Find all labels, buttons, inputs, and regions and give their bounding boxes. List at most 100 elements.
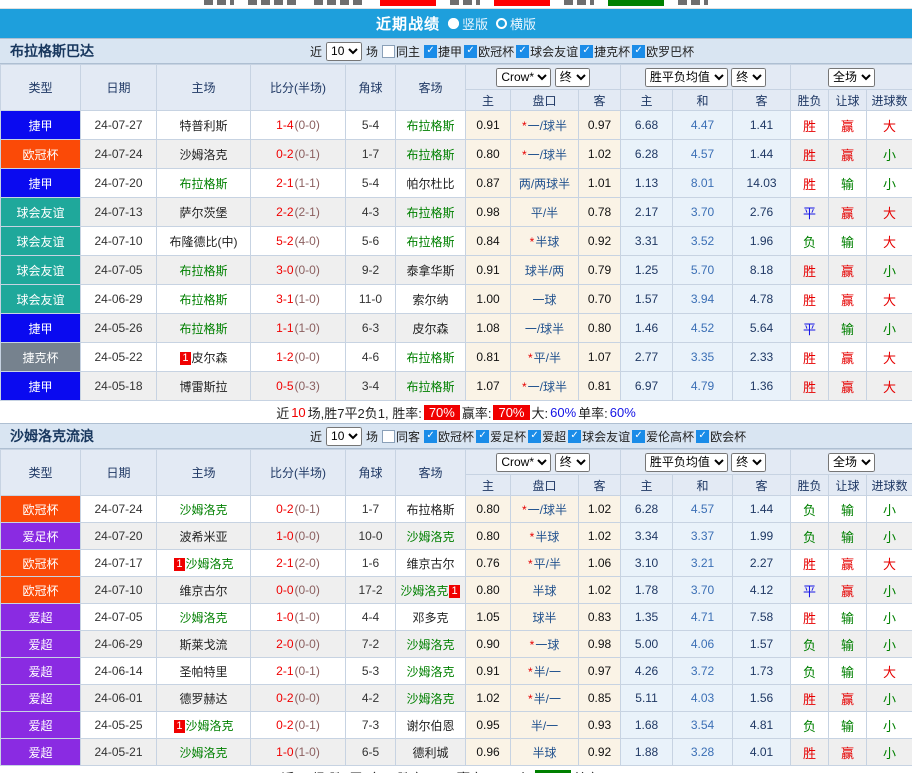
europe-odds-select[interactable]: 胜平负均值	[645, 453, 728, 472]
result-goals: 小	[867, 169, 912, 198]
competition-checkbox[interactable]: ✓球会友谊	[568, 428, 630, 445]
match-date: 24-06-29	[81, 631, 157, 658]
same-venue-checkbox[interactable]: 同主	[382, 43, 420, 60]
eu-home-odds: 6.28	[621, 496, 673, 523]
ah-away-odds: 0.83	[579, 604, 621, 631]
eu-home-odds: 1.78	[621, 577, 673, 604]
corner-score: 4-4	[346, 604, 396, 631]
away-team-cell: 帕尔杜比	[396, 169, 466, 198]
match-date: 24-07-20	[81, 523, 157, 550]
competition-badge: 爱超	[1, 685, 81, 712]
sub-header-eu-draw: 和	[673, 475, 733, 496]
view-option-horizontal[interactable]: 横版	[496, 14, 536, 33]
result-goals: 小	[867, 631, 912, 658]
away-team-name: 沙姆洛克	[400, 584, 448, 598]
result-wdl: 胜	[791, 343, 829, 372]
scope-select[interactable]: 全场	[828, 453, 875, 472]
checkbox-icon[interactable]: ✓	[424, 45, 437, 58]
competition-badge: 欧冠杯	[1, 577, 81, 604]
checkbox-icon[interactable]: ✓	[568, 430, 581, 443]
ah-home-odds: 1.07	[466, 372, 511, 401]
competition-checkbox[interactable]: ✓欧会杯	[696, 428, 746, 445]
competition-label: 爱超	[542, 428, 566, 445]
handicap-text: 平/半	[534, 557, 561, 571]
checkbox-icon[interactable]: ✓	[696, 430, 709, 443]
match-date: 24-07-24	[81, 140, 157, 169]
bookmaker-select[interactable]: Crow*	[496, 453, 551, 472]
result-handicap: 输	[829, 631, 867, 658]
home-team-cell: 沙姆洛克	[157, 739, 251, 766]
match-row: 捷甲24-07-27特普利斯1-4(0-0)5-4布拉格斯0.91*一/球半0.…	[1, 111, 912, 140]
checkbox-icon[interactable]: ✓	[632, 45, 645, 58]
same-venue-checkbox[interactable]: 同客	[382, 428, 420, 445]
checkbox-icon[interactable]: ✓	[516, 45, 529, 58]
games-count-select[interactable]: 10	[326, 42, 362, 61]
col-header-score: 比分(半场)	[251, 65, 346, 111]
match-row: 捷甲24-05-26布拉格斯1-1(1-0)6-3皮尔森1.08一/球半0.80…	[1, 314, 912, 343]
ah-final-select[interactable]: 终	[555, 68, 590, 87]
ah-handicap-line: 半球	[511, 739, 579, 766]
sub-header-result: 胜负	[791, 475, 829, 496]
competition-checkbox[interactable]: ✓捷甲	[424, 43, 462, 60]
eu-away-odds: 1.99	[733, 523, 791, 550]
fulltime-score: 5-2	[276, 234, 293, 248]
competition-checkbox[interactable]: ✓球会友谊	[516, 43, 578, 60]
competition-checkbox[interactable]: ✓欧冠杯	[424, 428, 474, 445]
eu-away-odds: 1.44	[733, 140, 791, 169]
competition-checkbox[interactable]: ✓爱伦高杯	[632, 428, 694, 445]
ah-away-odds: 0.92	[579, 227, 621, 256]
handicap-text: 球半/两	[525, 264, 564, 278]
competition-checkbox[interactable]: ✓爱超	[528, 428, 566, 445]
match-date: 24-07-17	[81, 550, 157, 577]
legend-red-swatch	[494, 0, 550, 6]
result-wdl: 平	[791, 577, 829, 604]
competition-checkbox[interactable]: ✓爱足杯	[476, 428, 526, 445]
bookmaker-select[interactable]: Crow*	[496, 68, 551, 87]
top-legend-strip	[0, 0, 912, 9]
match-row: 爱足杯24-07-20波希米亚1-0(0-0)10-0沙姆洛克0.80*半球1.…	[1, 523, 912, 550]
match-date: 24-07-24	[81, 496, 157, 523]
eu-home-odds: 3.34	[621, 523, 673, 550]
checkbox-icon[interactable]: ✓	[528, 430, 541, 443]
competition-checkbox[interactable]: ✓欧罗巴杯	[632, 43, 694, 60]
ah-away-odds: 0.70	[579, 285, 621, 314]
view-option-vertical[interactable]: 竖版	[448, 14, 488, 33]
result-goals: 大	[867, 343, 912, 372]
ah-home-odds: 0.80	[466, 577, 511, 604]
line-change-star: *	[528, 692, 533, 706]
handicap-text: 半球	[535, 530, 559, 544]
match-row: 欧冠杯24-07-10维京古尔0-0(0-0)17-2沙姆洛克10.80半球1.…	[1, 577, 912, 604]
ah-away-odds: 1.02	[579, 523, 621, 550]
competition-badge: 捷甲	[1, 372, 81, 401]
europe-odds-select[interactable]: 胜平负均值	[645, 68, 728, 87]
radio-selected-icon[interactable]	[448, 18, 459, 29]
checkbox-icon[interactable]	[382, 45, 395, 58]
match-score-cell: 0-2(0-1)	[251, 712, 346, 739]
fulltime-score: 0-2	[276, 691, 293, 705]
eu-away-odds: 5.64	[733, 314, 791, 343]
match-date: 24-05-22	[81, 343, 157, 372]
radio-unselected-icon[interactable]	[496, 18, 507, 29]
checkbox-icon[interactable]: ✓	[424, 430, 437, 443]
checkbox-icon[interactable]: ✓	[632, 430, 645, 443]
home-team-name: 布隆德比(中)	[170, 235, 238, 249]
ah-home-odds: 1.02	[466, 685, 511, 712]
checkbox-icon[interactable]: ✓	[464, 45, 477, 58]
halftime-score: (4-0)	[295, 234, 320, 248]
competition-checkbox[interactable]: ✓捷克杯	[580, 43, 630, 60]
checkbox-icon[interactable]	[382, 430, 395, 443]
competition-label: 爱伦高杯	[646, 428, 694, 445]
match-row: 爱超24-05-21沙姆洛克1-0(1-0)6-5德利城0.96半球0.921.…	[1, 739, 912, 766]
result-handicap: 输	[829, 604, 867, 631]
competition-checkbox[interactable]: ✓欧冠杯	[464, 43, 514, 60]
checkbox-icon[interactable]: ✓	[476, 430, 489, 443]
checkbox-icon[interactable]: ✓	[580, 45, 593, 58]
ah-final-select[interactable]: 终	[555, 453, 590, 472]
competition-badge: 捷克杯	[1, 343, 81, 372]
corner-score: 6-3	[346, 314, 396, 343]
scope-select[interactable]: 全场	[828, 68, 875, 87]
eu-final-select[interactable]: 终	[731, 453, 766, 472]
games-count-select[interactable]: 10	[326, 427, 362, 446]
match-score-cell: 1-1(1-0)	[251, 314, 346, 343]
eu-final-select[interactable]: 终	[731, 68, 766, 87]
